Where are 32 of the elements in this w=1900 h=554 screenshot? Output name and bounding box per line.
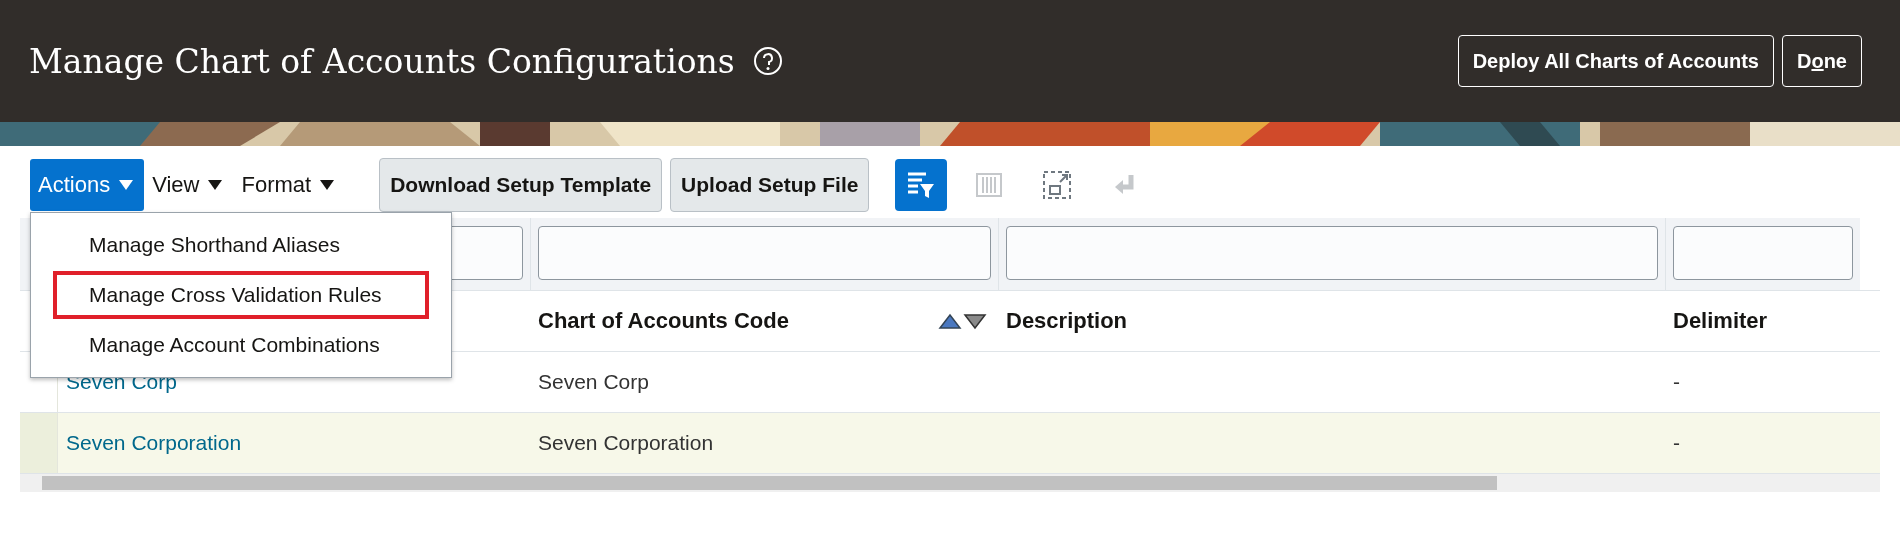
filter-field[interactable] xyxy=(1006,226,1658,280)
table-cell: Seven Corp xyxy=(538,370,649,394)
columns-icon xyxy=(975,171,1004,199)
menu-button[interactable]: View xyxy=(144,159,234,211)
caret-icon xyxy=(207,179,224,191)
table-cell: - xyxy=(1673,370,1680,394)
sort-icon[interactable] xyxy=(938,311,988,331)
caret-icon xyxy=(118,179,135,191)
detach-icon xyxy=(1042,170,1073,200)
menu-item[interactable]: Manage Account Combinations xyxy=(53,321,429,369)
done-button[interactable]: Done xyxy=(1782,35,1862,87)
download-template-button[interactable]: Download Setup Template xyxy=(379,158,663,212)
column-header[interactable]: Delimiter xyxy=(1673,308,1768,334)
account-link[interactable]: Seven Corporation xyxy=(66,431,242,455)
menu-button[interactable]: Actions xyxy=(30,159,145,211)
toolbar-icon-button[interactable] xyxy=(895,159,948,211)
filter-icon xyxy=(906,170,937,200)
column-header[interactable]: Description xyxy=(1006,308,1128,334)
filter-field[interactable] xyxy=(538,226,991,280)
table-cell: Seven Corporation xyxy=(538,431,714,455)
menu-item[interactable]: Manage Cross Validation Rules xyxy=(53,271,429,319)
page-title: Manage Chart of Accounts Configurations xyxy=(29,41,735,81)
menu-item[interactable]: Manage Shorthand Aliases xyxy=(53,221,429,269)
deploy-button[interactable]: Deploy All Charts of Accounts xyxy=(1457,35,1774,87)
column-header[interactable]: Chart of Accounts Code xyxy=(538,308,789,334)
caret-icon xyxy=(319,179,336,191)
table-cell: - xyxy=(1673,431,1680,455)
menu-button[interactable]: Format xyxy=(233,159,346,211)
upload-file-button[interactable]: Upload Setup File xyxy=(670,158,870,212)
filter-field[interactable] xyxy=(1673,226,1853,280)
horizontal-scrollbar[interactable] xyxy=(20,474,1880,492)
help-icon[interactable] xyxy=(752,46,783,76)
